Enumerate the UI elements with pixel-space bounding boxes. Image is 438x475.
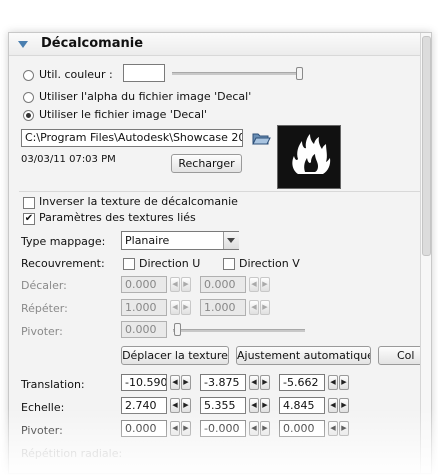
color-slider-track[interactable]	[172, 72, 302, 75]
translation-x-field[interactable]: -10.590	[121, 374, 167, 391]
scale-y-field[interactable]: 5.355	[200, 397, 246, 414]
direction-u-checkbox[interactable]	[123, 258, 135, 270]
rotate-texture-label: Pivoter:	[21, 325, 63, 338]
scale-x-decrement[interactable]: ◀	[170, 398, 180, 413]
direction-v-checkbox[interactable]	[223, 258, 235, 270]
radio-use-image[interactable]	[23, 110, 34, 121]
vertical-scrollbar[interactable]	[420, 33, 431, 473]
rotate-texture-slider-track[interactable]	[173, 329, 305, 332]
panel-header[interactable]: Décalcomanie	[9, 33, 421, 56]
section-divider	[19, 191, 421, 192]
offset-v-decrement[interactable]: ◀	[249, 277, 259, 292]
linked-params-checkbox[interactable]: ✔	[23, 213, 35, 225]
offset-u-field[interactable]: 0.000	[121, 276, 167, 293]
repeat-label: Répéter:	[21, 302, 68, 315]
rotate-texture-field[interactable]: 0.000	[121, 321, 167, 338]
rotate-texture-slider-handle[interactable]	[174, 323, 181, 336]
mapping-type-select[interactable]: Planaire	[121, 231, 239, 250]
color-slider-handle[interactable]	[296, 67, 303, 80]
translation-y-field[interactable]: -3.875	[200, 374, 246, 391]
use-image-label: Utiliser le fichier image 'Decal'	[39, 108, 208, 121]
radio-use-color[interactable]	[23, 70, 34, 81]
offset-u-decrement[interactable]: ◀	[170, 277, 180, 292]
repeat-u-increment[interactable]: ▶	[181, 300, 191, 315]
translation-x-decrement[interactable]: ◀	[170, 375, 180, 390]
invert-texture-checkbox[interactable]	[23, 197, 35, 209]
chevron-down-icon[interactable]	[223, 232, 239, 249]
offset-u-increment[interactable]: ▶	[181, 277, 191, 292]
rotate-x-decrement[interactable]: ◀	[170, 421, 180, 436]
rotate-y-decrement[interactable]: ◀	[249, 421, 259, 436]
repeat-v-increment[interactable]: ▶	[260, 300, 270, 315]
translation-label: Translation:	[21, 378, 85, 391]
translation-y-decrement[interactable]: ◀	[249, 375, 259, 390]
radial-repeat-label: Répétition radiale:	[21, 447, 123, 460]
repeat-v-decrement[interactable]: ◀	[249, 300, 259, 315]
scale-y-increment[interactable]: ▶	[260, 398, 270, 413]
direction-u-label: Direction U	[139, 257, 201, 270]
scrollbar-thumb[interactable]	[422, 36, 431, 256]
scale-y-decrement[interactable]: ◀	[249, 398, 259, 413]
decal-panel: Décalcomanie Util. couleur : Utiliser l'…	[8, 32, 432, 474]
offset-v-field[interactable]: 0.000	[200, 276, 246, 293]
invert-texture-label: Inverser la texture de décalcomanie	[39, 195, 238, 208]
translation-z-field[interactable]: -5.662	[279, 374, 325, 391]
scale-z-increment[interactable]: ▶	[339, 398, 349, 413]
rotate-z-field[interactable]: 0.000	[279, 420, 325, 437]
scale-x-increment[interactable]: ▶	[181, 398, 191, 413]
rotate-x-field[interactable]: 0.000	[121, 420, 167, 437]
radio-use-alpha[interactable]	[23, 92, 34, 103]
auto-fit-button[interactable]: Ajustement automatique	[236, 346, 371, 365]
mapping-type-label: Type mappage:	[21, 235, 106, 248]
reload-button[interactable]: Recharger	[171, 154, 242, 173]
rotate-x-increment[interactable]: ▶	[181, 421, 191, 436]
overlap-label: Recouvrement:	[21, 257, 105, 270]
use-color-label: Util. couleur :	[39, 68, 113, 81]
rotate-z-increment[interactable]: ▶	[339, 421, 349, 436]
rotate-y-field[interactable]: -0.000	[200, 420, 246, 437]
offset-v-increment[interactable]: ▶	[260, 277, 270, 292]
offset-label: Décaler:	[21, 279, 67, 292]
repeat-v-field[interactable]: 1.000	[200, 299, 246, 316]
scale-x-field[interactable]: 2.740	[121, 397, 167, 414]
collapse-triangle-icon[interactable]	[18, 41, 28, 48]
color-swatch[interactable]	[123, 64, 165, 82]
rotate-z-decrement[interactable]: ◀	[328, 421, 338, 436]
linked-params-label: Paramètres des textures liés	[39, 211, 196, 224]
translation-y-increment[interactable]: ▶	[260, 375, 270, 390]
folder-icon[interactable]	[251, 129, 271, 150]
file-path-field[interactable]: C:\Program Files\Autodesk\Showcase 2012\…	[21, 129, 243, 147]
rotate-label: Pivoter:	[21, 424, 63, 437]
rotate-y-increment[interactable]: ▶	[260, 421, 270, 436]
translation-z-decrement[interactable]: ◀	[328, 375, 338, 390]
repeat-u-field[interactable]: 1.000	[121, 299, 167, 316]
scale-z-decrement[interactable]: ◀	[328, 398, 338, 413]
panel-title: Décalcomanie	[41, 36, 144, 51]
scale-label: Echelle:	[21, 401, 65, 414]
translation-z-increment[interactable]: ▶	[339, 375, 349, 390]
translation-x-increment[interactable]: ▶	[181, 375, 191, 390]
use-alpha-label: Utiliser l'alpha du fichier image 'Decal…	[39, 90, 252, 103]
file-date: 03/03/11 07:03 PM	[21, 154, 116, 165]
move-texture-button[interactable]: Déplacer la texture	[121, 346, 229, 365]
direction-v-label: Direction V	[239, 257, 300, 270]
scale-z-field[interactable]: 4.845	[279, 397, 325, 414]
decal-image-preview	[277, 125, 341, 189]
repeat-u-decrement[interactable]: ◀	[170, 300, 180, 315]
